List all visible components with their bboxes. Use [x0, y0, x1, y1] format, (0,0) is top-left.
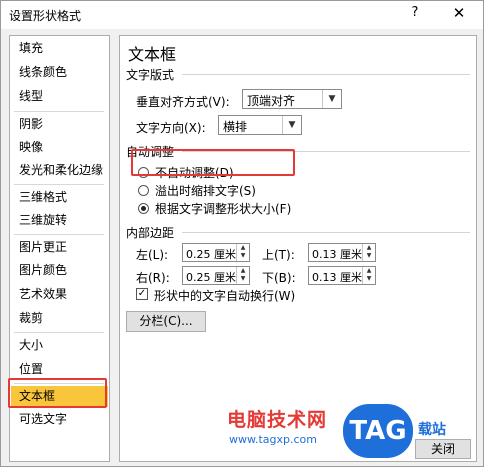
help-icon[interactable]: ? [405, 5, 425, 25]
resize-shape-label[interactable]: 根据文字调整形状大小(F) [155, 200, 291, 217]
sidebar-divider [14, 111, 104, 112]
arrow-down-icon[interactable]: ▼ [363, 252, 375, 260]
arrow-down-icon[interactable]: ▼ [237, 252, 249, 260]
chevron-down-icon: ▼ [282, 116, 301, 134]
wrap-text-label[interactable]: 形状中的文字自动换行(W) [154, 287, 295, 304]
chevron-down-icon: ▼ [322, 90, 341, 108]
arrow-up-icon[interactable]: ▲ [237, 267, 249, 275]
close-icon[interactable]: ✕ [447, 4, 471, 26]
left-margin-value: 0.25 厘米 [186, 248, 236, 261]
spinner-buttons[interactable]: ▲ ▼ [362, 244, 375, 261]
sidebar-item-picture-corrections[interactable]: 图片更正 [11, 237, 108, 258]
bottom-margin-label: 下(B): [262, 271, 296, 285]
sidebar-divider [14, 184, 104, 185]
sidebar-item-line-color[interactable]: 线条颜色 [11, 62, 108, 83]
bottom-margin-value: 0.13 厘米 [312, 271, 362, 284]
section-title: 文本框 [128, 45, 177, 64]
arrow-down-icon[interactable]: ▼ [363, 275, 375, 283]
arrow-up-icon[interactable]: ▲ [363, 244, 375, 252]
group-divider [182, 232, 470, 233]
spinner-buttons[interactable]: ▲ ▼ [236, 244, 249, 261]
shrink-text-label[interactable]: 溢出时缩排文字(S) [155, 182, 256, 199]
spinner-buttons[interactable]: ▲ ▼ [236, 267, 249, 284]
top-margin-input[interactable]: 0.13 厘米 ▲ ▼ [308, 243, 376, 262]
vertical-align-value: 顶端对齐 [247, 94, 296, 108]
top-margin-label: 上(T): [262, 248, 295, 262]
vertical-align-select[interactable]: 顶端对齐 ▼ [242, 89, 342, 109]
sidebar-item-shadow[interactable]: 阴影 [11, 114, 108, 135]
sidebar-item-crop[interactable]: 裁剪 [11, 308, 108, 329]
sidebar-item-alt-text[interactable]: 可选文字 [11, 409, 108, 430]
title-bar: 设置形状格式 ? ✕ [1, 1, 483, 29]
group-divider [182, 74, 470, 75]
close-button[interactable]: 关闭 [415, 439, 471, 459]
text-direction-select[interactable]: 横排 ▼ [218, 115, 302, 135]
vertical-align-label: 垂直对齐方式(V): [136, 95, 230, 109]
top-margin-value: 0.13 厘米 [312, 248, 362, 261]
text-layout-group-label: 文字版式 [126, 68, 175, 82]
arrow-up-icon[interactable]: ▲ [363, 267, 375, 275]
text-direction-label: 文字方向(X): [136, 121, 206, 135]
watermark-text: 电脑技术网 [227, 409, 328, 431]
resize-shape-radio[interactable] [138, 203, 149, 214]
bottom-margin-input[interactable]: 0.13 厘米 ▲ ▼ [308, 266, 376, 285]
right-margin-label: 右(R): [136, 271, 170, 285]
text-direction-value: 横排 [223, 120, 248, 134]
arrow-down-icon[interactable]: ▼ [237, 275, 249, 283]
sidebar-item-3d-rotation[interactable]: 三维旋转 [11, 210, 108, 231]
margins-group-label: 内部边距 [126, 226, 175, 240]
checkmark-icon: ✓ [137, 288, 147, 299]
highlight-box [8, 378, 107, 408]
spinner-buttons[interactable]: ▲ ▼ [362, 267, 375, 284]
sidebar-item-position[interactable]: 位置 [11, 359, 108, 380]
format-shape-dialog: 设置形状格式 ? ✕ 填充 线条颜色 线型 阴影 映像 发光和柔化边缘 三维格式… [0, 0, 484, 467]
highlight-box [131, 149, 295, 176]
sidebar-item-reflection[interactable]: 映像 [11, 137, 108, 158]
sidebar-item-picture-color[interactable]: 图片颜色 [11, 260, 108, 281]
watermark-url: www.tagxp.com [229, 433, 317, 446]
sidebar-item-glow[interactable]: 发光和柔化边缘 [11, 160, 108, 181]
sidebar-item-size[interactable]: 大小 [11, 335, 108, 356]
sidebar-item-line-style[interactable]: 线型 [11, 86, 108, 107]
left-margin-input[interactable]: 0.25 厘米 ▲ ▼ [182, 243, 250, 262]
dialog-title: 设置形状格式 [9, 9, 82, 23]
shrink-text-radio[interactable] [138, 185, 149, 196]
sidebar-item-artistic-effects[interactable]: 艺术效果 [11, 284, 108, 305]
right-margin-value: 0.25 厘米 [186, 271, 236, 284]
wrap-text-checkbox[interactable]: ✓ [136, 288, 148, 300]
watermark-logo: TAG [343, 404, 413, 458]
sidebar-item-fill[interactable]: 填充 [11, 38, 108, 59]
left-margin-label: 左(L): [136, 248, 169, 262]
watermark-side-text: 载站 [418, 422, 446, 438]
right-margin-input[interactable]: 0.25 厘米 ▲ ▼ [182, 266, 250, 285]
sidebar-divider [14, 234, 104, 235]
text-box-panel: 文本框 文字版式 垂直对齐方式(V): 顶端对齐 ▼ 文字方向(X): 横排 ▼… [119, 35, 477, 462]
arrow-up-icon[interactable]: ▲ [237, 244, 249, 252]
sidebar-divider [14, 332, 104, 333]
columns-button[interactable]: 分栏(C)... [126, 311, 206, 332]
sidebar-item-3d-format[interactable]: 三维格式 [11, 187, 108, 208]
